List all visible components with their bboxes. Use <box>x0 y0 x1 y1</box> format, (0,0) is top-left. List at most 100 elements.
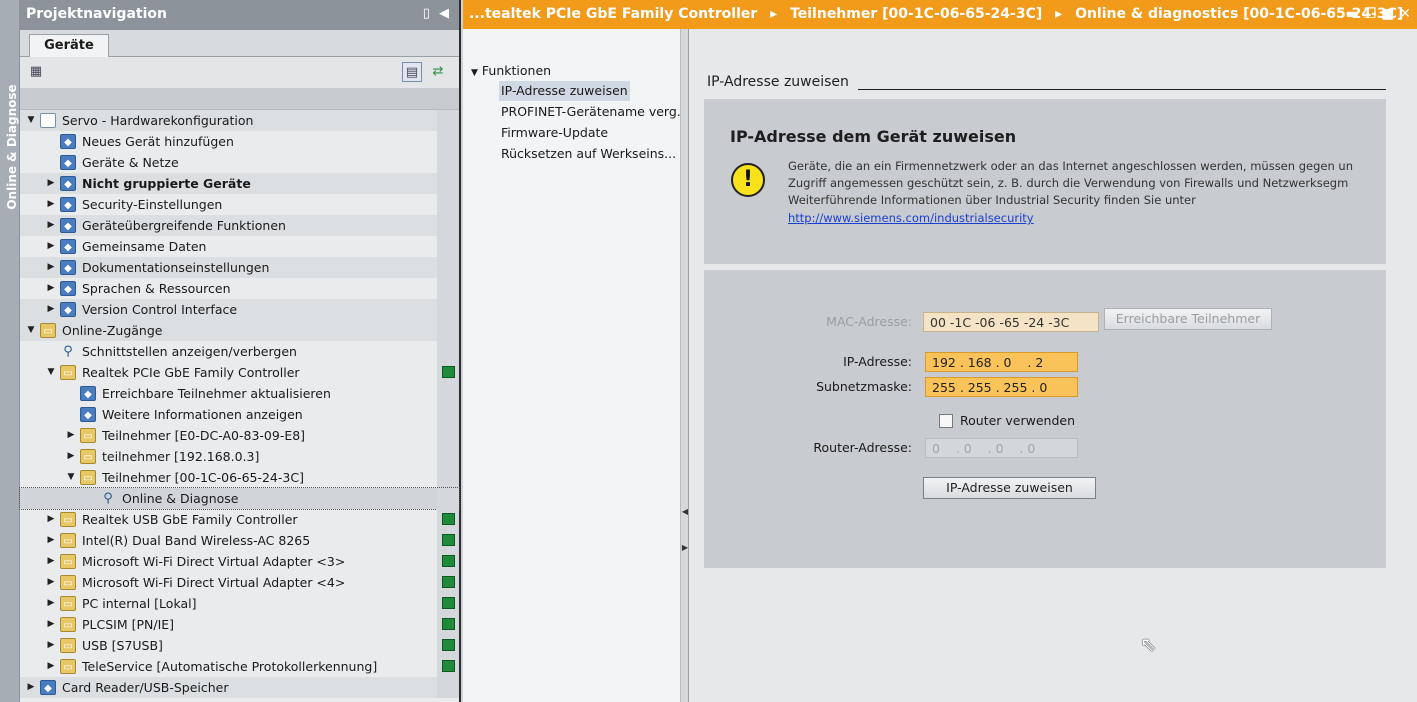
close-icon[interactable]: ✕ <box>1399 6 1411 22</box>
side-strip[interactable]: Online & Diagnose <box>0 0 20 702</box>
tree-item[interactable]: ▶ ▭ Microsoft Wi-Fi Direct Virtual Adapter… <box>20 572 459 593</box>
tree-item-label: Microsoft Wi-Fi Direct Virtual Adapter <… <box>82 554 346 569</box>
tree-item-label: USB [S7USB] <box>82 638 163 653</box>
view-toggle-icon[interactable]: ▤ <box>402 62 422 82</box>
expanded-arrow-icon[interactable]: ▼ <box>26 110 36 131</box>
mac-address-field[interactable]: 00 -1C -06 -65 -24 -3C <box>923 312 1099 332</box>
tree-item[interactable]: ▶ ▭ TeleService [Automatische Protokollerk… <box>20 656 459 677</box>
function-item-reset[interactable]: Rücksetzen auf Werkseins... <box>501 144 676 164</box>
collapsed-arrow-icon[interactable]: ▶ <box>46 656 56 677</box>
function-item-profinet-name[interactable]: PROFINET-Gerätename verg... <box>501 102 689 122</box>
tool-icon: ⚲ <box>63 344 73 359</box>
tree-item[interactable]: ▶ ◆ Gemeinsame Daten <box>20 236 459 257</box>
tree-item[interactable]: ▶ ◆ Geräteübergreifende Funktionen <box>20 215 459 236</box>
tree-item[interactable]: ◆ Neues Gerät hinzufügen <box>20 131 459 152</box>
tree-item[interactable]: ▶ ▭ Realtek USB GbE Family Controller <box>20 509 459 530</box>
folder-icon: ▭ <box>60 575 76 590</box>
collapsed-arrow-icon[interactable]: ▶ <box>46 593 56 614</box>
collapsed-arrow-icon[interactable]: ▶ <box>66 425 76 446</box>
expand-right-icon[interactable]: ▶ <box>681 543 689 552</box>
folder-icon: ▭ <box>80 428 96 443</box>
tree-item[interactable]: ▶ ▭ Microsoft Wi-Fi Direct Virtual Adapter… <box>20 551 459 572</box>
expanded-arrow-icon[interactable]: ▼ <box>66 467 76 488</box>
folder-icon: ▭ <box>40 323 56 338</box>
collapsed-arrow-icon[interactable]: ▶ <box>46 635 56 656</box>
collapsed-arrow-icon[interactable]: ▶ <box>46 551 56 572</box>
tree-item[interactable]: ▶ ◆ Sprachen & Ressourcen <box>20 278 459 299</box>
tree-item[interactable]: ▶ ◆ Version Control Interface <box>20 299 459 320</box>
tree-item[interactable]: ▶ ◆ Dokumentationseinstellungen <box>20 257 459 278</box>
collapsed-arrow-icon[interactable]: ▶ <box>46 215 56 236</box>
expanded-arrow-icon[interactable]: ▼ <box>26 320 36 341</box>
tree-item[interactable]: ▶ ◆ Nicht gruppierte Geräte <box>20 173 459 194</box>
collapsed-arrow-icon[interactable]: ▶ <box>46 236 56 257</box>
tree-item[interactable]: ◆ Geräte & Netze <box>20 152 459 173</box>
collapsed-arrow-icon[interactable]: ▶ <box>46 530 56 551</box>
close-panel-arrow-icon[interactable]: ◀ <box>439 6 449 21</box>
tree-item[interactable]: ▶ ▭ Teilnehmer [E0-DC-A0-83-09-E8] <box>20 425 459 446</box>
tree-item[interactable]: ▶ ▭ teilnehmer [192.168.0.3] <box>20 446 459 467</box>
tree-item[interactable]: ▶ ▭ USB [S7USB] <box>20 635 459 656</box>
collapsed-arrow-icon[interactable]: ▶ <box>46 299 56 320</box>
collapsed-arrow-icon[interactable]: ▶ <box>46 173 56 194</box>
collapsed-arrow-icon[interactable]: ▶ <box>26 677 36 698</box>
status-gutter <box>437 194 459 215</box>
device-icon: ◆ <box>60 155 76 170</box>
functions-header[interactable]: ▼ Funktionen <box>471 63 551 78</box>
tree-item[interactable]: ▼ ▭ Teilnehmer [00-1C-06-65-24-3C] <box>20 467 459 488</box>
collapsed-arrow-icon[interactable]: ▶ <box>66 446 76 467</box>
tree-item-label: Nicht gruppierte Geräte <box>82 176 251 191</box>
router-address-field[interactable]: 0 . 0 . 0 . 0 <box>925 438 1078 458</box>
tree-item[interactable]: ⚲ Online & Diagnose <box>19 487 460 510</box>
collapsed-arrow-icon[interactable]: ▶ <box>46 257 56 278</box>
collapse-panel-icon[interactable]: ▯ <box>423 6 430 21</box>
tree-item[interactable]: ▶ ▭ PC internal [Lokal] <box>20 593 459 614</box>
tree-item[interactable]: ▶ ▭ Intel(R) Dual Band Wireless-AC 8265 <box>20 530 459 551</box>
use-router-checkbox[interactable] <box>939 414 953 428</box>
device-icon: ◆ <box>80 386 96 401</box>
ip-address-label: IP-Adresse: <box>843 354 912 369</box>
folder-icon: ▭ <box>60 554 76 569</box>
status-gutter <box>437 257 459 278</box>
tree-item[interactable]: ▶ ◆ Card Reader/USB-Speicher <box>20 677 459 698</box>
function-item-firmware-update[interactable]: Firmware-Update <box>501 123 608 143</box>
collapse-left-icon[interactable]: ◀ <box>681 507 689 516</box>
tree-item[interactable]: ▼ ▭ Online-Zugänge <box>20 320 459 341</box>
tab-geraete[interactable]: Geräte <box>29 34 109 58</box>
breadcrumb-item-teilnehmer[interactable]: Teilnehmer [00-1C-06-65-24-3C] <box>790 6 1042 22</box>
industrial-security-link[interactable]: http://www.siemens.com/industrialsecurit… <box>788 211 1034 225</box>
collapsed-arrow-icon[interactable]: ▶ <box>46 572 56 593</box>
tree-item[interactable]: ▼ ▭ Realtek PCIe GbE Family Controller <box>20 362 459 383</box>
info-title: IP-Adresse dem Gerät zuweisen <box>730 127 1017 146</box>
assign-ip-button[interactable]: IP-Adresse zuweisen <box>923 477 1096 499</box>
breadcrumb-item-controller[interactable]: ...tealtek PCIe GbE Family Controller <box>469 6 757 22</box>
status-gutter <box>437 173 459 194</box>
folder-icon: ▭ <box>80 449 96 464</box>
restore-icon[interactable]: ❐ <box>1364 6 1377 22</box>
tree-header-bar <box>20 88 459 110</box>
tree-item[interactable]: ◆ Erreichbare Teilnehmer aktualisieren <box>20 383 459 404</box>
collapsed-arrow-icon[interactable]: ▶ <box>46 614 56 635</box>
tree-item-label: PC internal [Lokal] <box>82 596 197 611</box>
tree-item[interactable]: ▶ ◆ Security-Einstellungen <box>20 194 459 215</box>
minimize-icon[interactable]: ▬ <box>1346 6 1359 22</box>
collapsed-arrow-icon[interactable]: ▶ <box>46 509 56 530</box>
panel-splitter[interactable]: ◀ ▶ <box>681 29 689 702</box>
collapsed-arrow-icon[interactable]: ▶ <box>46 194 56 215</box>
sync-icon[interactable]: ⇄ <box>428 62 448 82</box>
collapsed-arrow-icon[interactable]: ▶ <box>46 278 56 299</box>
mac-address-label: MAC-Adresse: <box>826 314 912 329</box>
tree-item[interactable]: ▼ ▤ Servo - Hardwarekonfiguration <box>20 110 459 131</box>
status-gutter <box>437 215 459 236</box>
overview-icon[interactable]: ▦ <box>26 62 46 82</box>
tree-item-label: Intel(R) Dual Band Wireless-AC 8265 <box>82 533 311 548</box>
ip-address-field[interactable]: 192 . 168 . 0 . 2 <box>925 352 1078 372</box>
maximize-icon[interactable]: ■ <box>1381 6 1394 22</box>
tree-item[interactable]: ▶ ▭ PLCSIM [PN/IE] <box>20 614 459 635</box>
function-item-ip-zuweisen[interactable]: IP-Adresse zuweisen <box>499 81 630 101</box>
expanded-arrow-icon[interactable]: ▼ <box>46 362 56 383</box>
tree-item[interactable]: ◆ Weitere Informationen anzeigen <box>20 404 459 425</box>
tree-item[interactable]: ⚲ Schnittstellen anzeigen/verbergen <box>20 341 459 362</box>
reachable-devices-button[interactable]: Erreichbare Teilnehmer <box>1104 308 1272 330</box>
subnet-mask-field[interactable]: 255 . 255 . 255 . 0 <box>925 377 1078 397</box>
